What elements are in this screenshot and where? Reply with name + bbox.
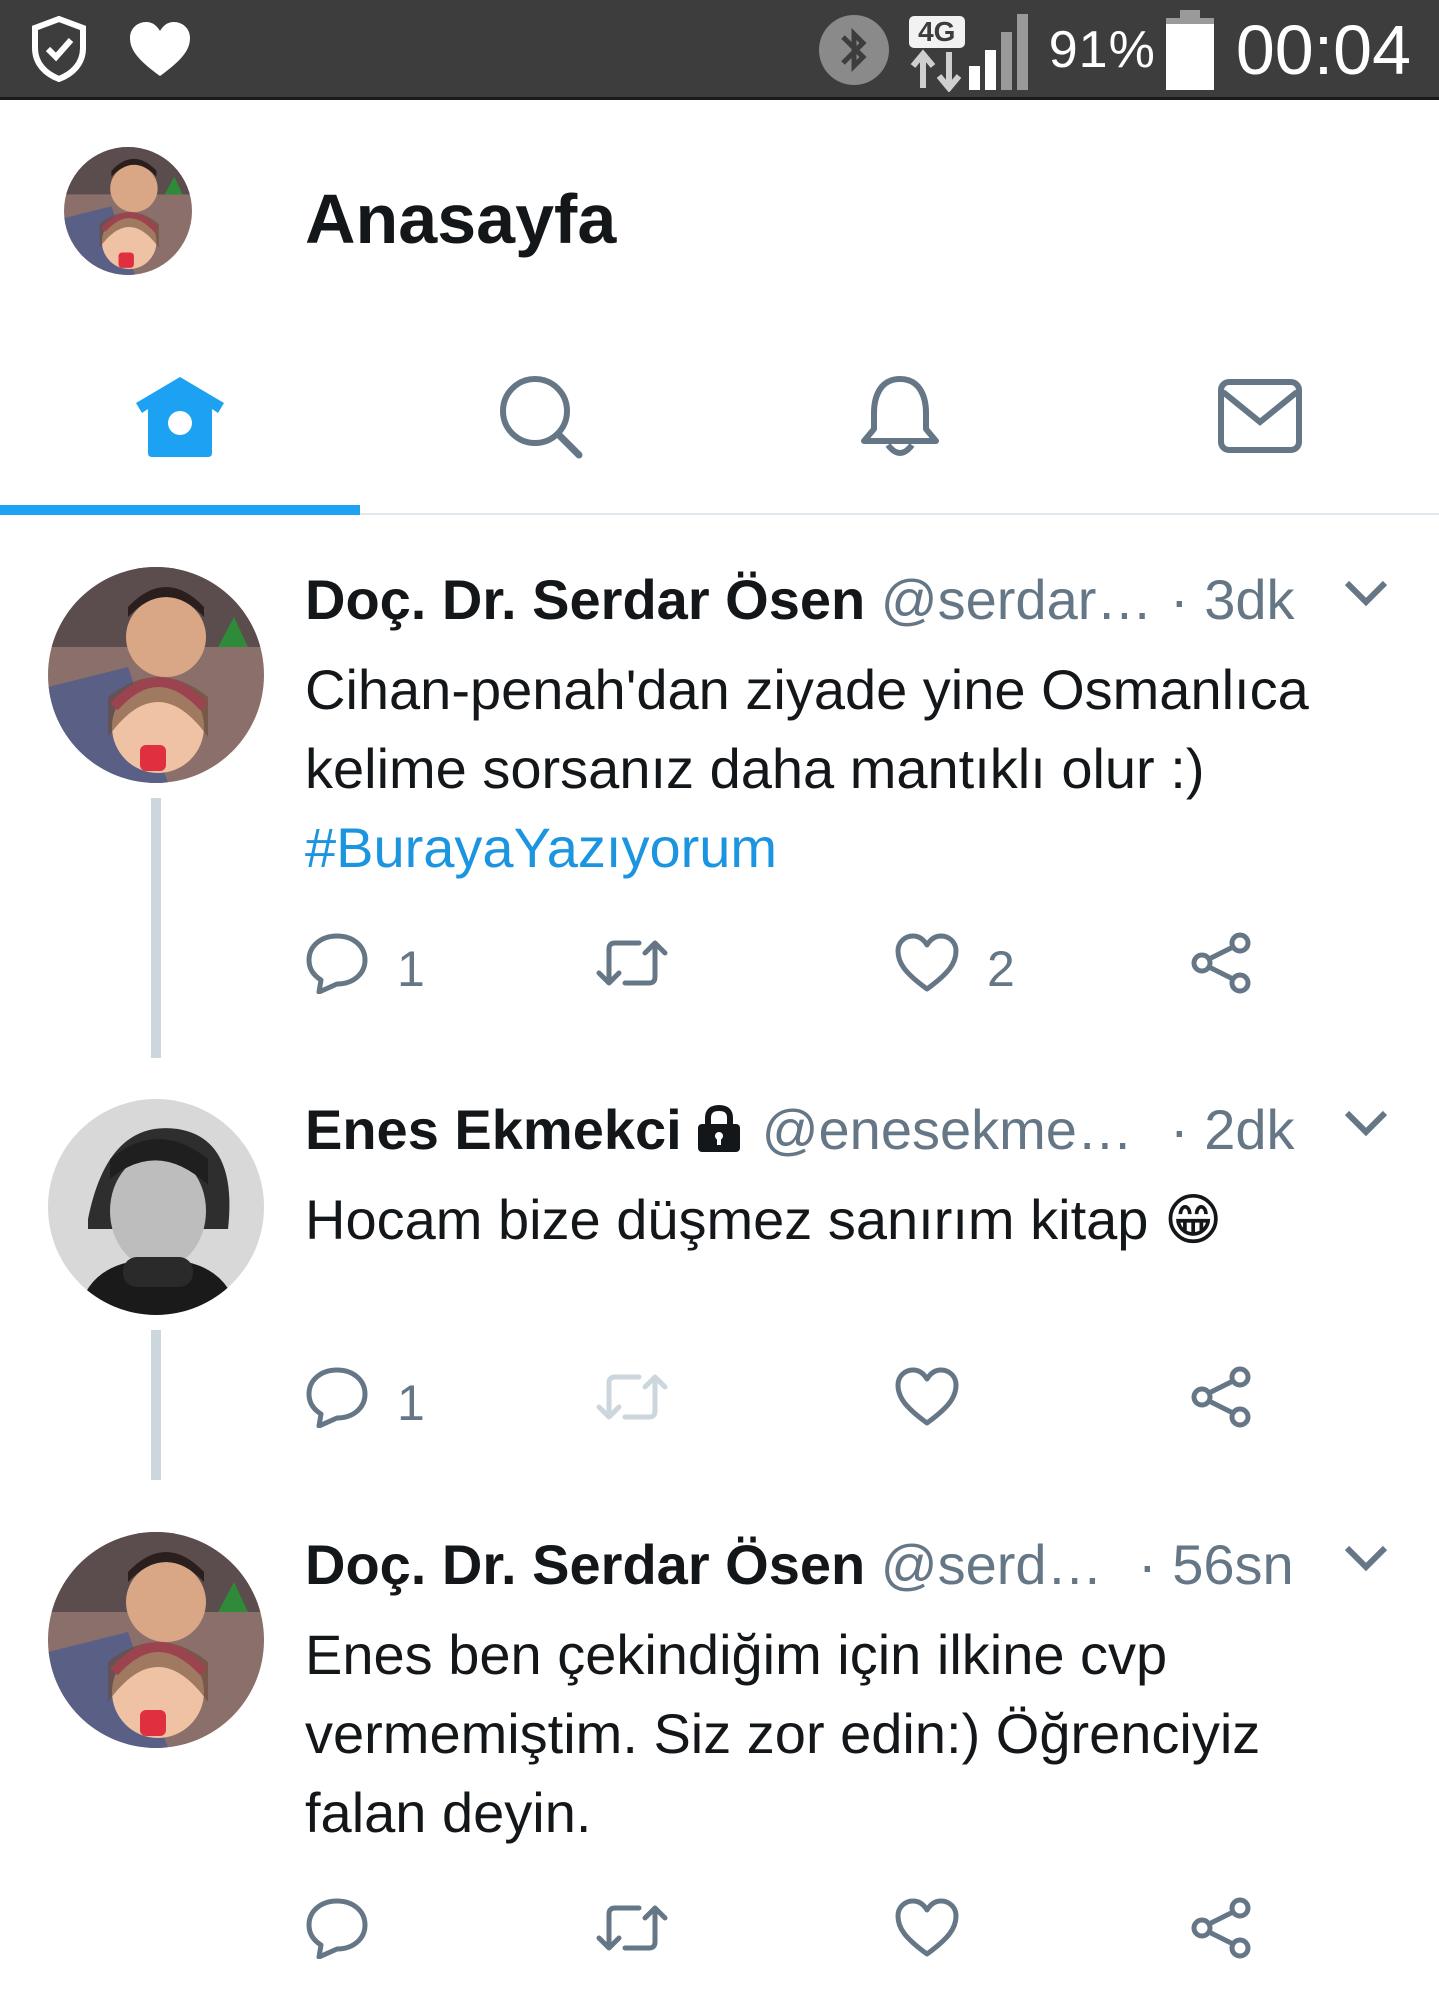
reply-count: 1 [397,941,425,997]
battery-icon [1165,10,1214,90]
chevron-down-icon[interactable] [1343,1544,1389,1579]
tweet-time: · 2dk [1170,1098,1295,1161]
tab-messages[interactable] [1080,323,1439,513]
avatar[interactable] [48,1532,264,1748]
tab-search[interactable] [360,323,720,513]
thread-line [151,1330,161,1480]
author-name[interactable]: Doç. Dr. Serdar Ösen [305,1533,865,1596]
tweet-text: Hocam bize düşmez sanırım kitap 😁 [305,1180,1405,1259]
tweet-time: · 56sn [1138,1533,1294,1596]
lock-icon [694,1102,744,1167]
tweet-actions: 1 2 [305,929,1305,1009]
app-header: Anasayfa [0,103,1439,323]
tab-bar [0,323,1439,515]
page-title: Anasayfa [305,180,617,258]
tweet-text-line: Hocam bize düşmez sanırım kitap 😁 [305,1188,1223,1251]
like-button[interactable]: 2 [895,929,1015,1009]
author-handle[interactable]: @enesekme… [762,1098,1133,1161]
signal-icon [968,10,1033,90]
clock: 00:04 [1235,11,1411,89]
tweet-text-line: kelime sorsanız daha mantıklı olur :) [305,737,1205,800]
tweet-header: Doç. Dr. Serdar Ösen @serd… [305,1532,1103,1597]
reply-icon [305,1366,369,1440]
tweet-time: · 3dk [1170,568,1295,631]
heart-icon [128,20,192,78]
like-count: 2 [987,941,1015,997]
search-icon [497,373,583,464]
tab-notifications[interactable] [720,323,1080,513]
retweet-button[interactable] [595,929,669,1009]
mail-icon [1217,378,1303,459]
tweet-text-line: falan deyin. [305,1781,592,1844]
battery-percent: 91% [1048,21,1156,79]
avatar[interactable] [48,567,264,783]
avatar[interactable] [48,1099,264,1315]
share-icon [1190,932,1254,1006]
bluetooth-icon [817,13,891,87]
share-icon [1190,1366,1254,1440]
tweet[interactable]: Doç. Dr. Serdar Ösen @serd… · 56sn Enes … [0,1480,1439,1999]
tweet-header: Doç. Dr. Serdar Ösen @serdar… [305,567,1152,632]
tweet-text-line: vermemiştim. Siz zor edin:) Öğrenciyiz [305,1702,1261,1765]
status-bar: 4G 91% 00:04 [0,0,1439,100]
bell-icon [858,373,942,464]
author-handle[interactable]: @serd… [881,1533,1103,1596]
share-icon [1190,1897,1254,1971]
hashtag-link[interactable]: #BurayaYazıyorum [305,808,1405,887]
heart-outline-icon [895,1367,959,1439]
reply-icon [305,932,369,1006]
like-button[interactable] [895,1363,959,1443]
retweet-button[interactable] [595,1894,669,1974]
heart-outline-icon [895,1898,959,1970]
retweet-icon [595,1369,669,1437]
share-button[interactable] [1190,929,1254,1009]
chevron-down-icon[interactable] [1343,1109,1389,1144]
thread-line [151,798,161,1058]
network-type-icon: 4G [905,8,969,92]
shield-check-icon [30,16,88,82]
tweet-text: Enes ben çekindiğim için ilkine cvp verm… [305,1615,1405,1852]
home-icon [132,373,228,464]
author-name[interactable]: Doç. Dr. Serdar Ösen [305,568,865,631]
tweet-text: Cihan-penah'dan ziyade yine Osmanlıca ke… [305,650,1405,887]
reply-button[interactable] [305,1894,369,1974]
author-handle[interactable]: @serdar… [881,568,1153,631]
author-name[interactable]: Enes Ekmekci [305,1098,682,1161]
tweet-text-line: Cihan-penah'dan ziyade yine Osmanlıca [305,658,1309,721]
active-tab-indicator [0,505,360,515]
tweet-text-line: Enes ben çekindiğim için ilkine cvp [305,1623,1168,1686]
retweet-icon [595,1900,669,1968]
profile-avatar[interactable] [64,147,192,275]
heart-outline-icon [895,933,959,1005]
reply-button[interactable]: 1 [305,1363,425,1443]
retweet-button-disabled [595,1363,669,1443]
share-button[interactable] [1190,1894,1254,1974]
tweet[interactable]: Doç. Dr. Serdar Ösen @serdar… · 3dk Ciha… [0,515,1439,1058]
reply-count: 1 [397,1375,425,1431]
retweet-icon [595,935,669,1003]
tweet-actions [305,1894,1305,1974]
chevron-down-icon[interactable] [1343,579,1389,614]
reply-button[interactable]: 1 [305,929,425,1009]
tweet-header: Enes Ekmekci @enesekme… [305,1097,1133,1167]
reply-icon [305,1897,369,1971]
tweet[interactable]: Enes Ekmekci @enesekme… · 2dk Hocam bize … [0,1045,1439,1480]
like-button[interactable] [895,1894,959,1974]
share-button[interactable] [1190,1363,1254,1443]
tab-home[interactable] [0,323,360,513]
tweet-actions: 1 [305,1363,1305,1443]
